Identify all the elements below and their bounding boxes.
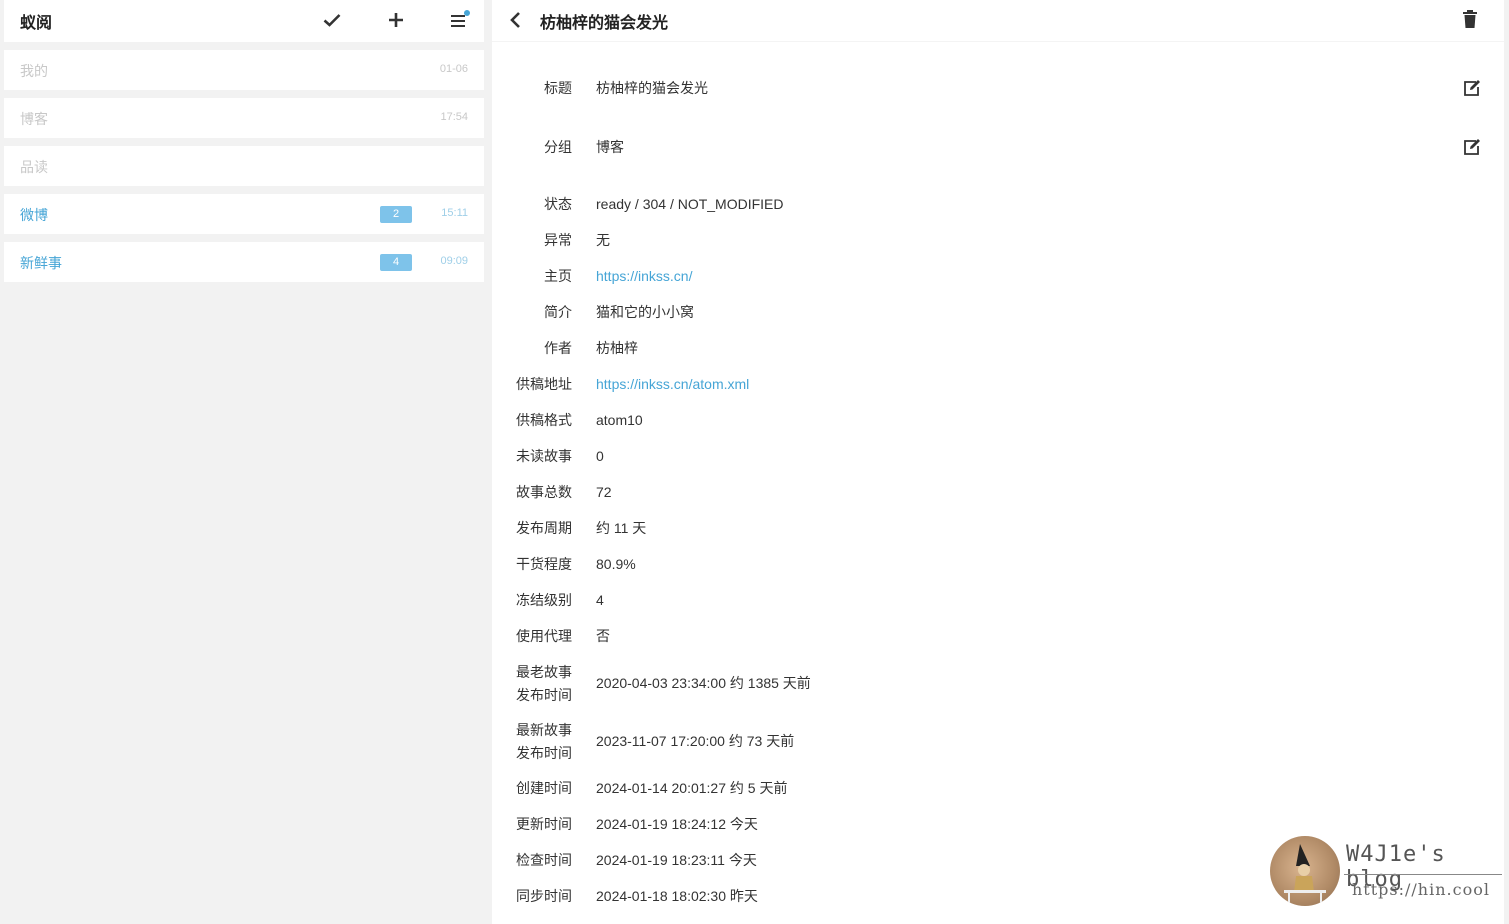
sidebar: 蚁阅 我的 01-06 博客 17:54 品读 微博 2 15:11 新鲜事 4… (0, 0, 488, 924)
field-value: 2023-11-07 17:20:00 约 73 天前 (596, 733, 795, 749)
field-label: 干货程度 (516, 556, 572, 572)
field-value: 博客 (596, 139, 624, 155)
group-name: 我的 (20, 63, 48, 79)
field-value: atom10 (596, 412, 643, 428)
plus-icon[interactable] (384, 9, 408, 31)
menu-icon[interactable] (448, 9, 472, 31)
field-value: 2024-01-19 18:24:12 今天 (596, 816, 758, 832)
field-value: 2020-04-03 23:34:00 约 1385 天前 (596, 675, 811, 691)
blog-watermark: W4J1e's blog https://hin.cool (1270, 836, 1506, 908)
field-label: 简介 (544, 304, 572, 320)
unread-badge: 2 (380, 206, 412, 223)
field-label: 发布时间 (516, 745, 572, 761)
field-value: 2024-01-19 18:23:11 今天 (596, 852, 757, 868)
field-value: ready / 304 / NOT_MODIFIED (596, 196, 784, 212)
field-label: 检查时间 (516, 852, 572, 868)
group-name: 博客 (20, 111, 48, 127)
field-value: 0 (596, 448, 604, 464)
sidebar-item-wode[interactable]: 我的 01-06 (4, 50, 484, 90)
watermark-avatar (1270, 836, 1340, 906)
group-name: 新鲜事 (20, 255, 62, 271)
field-label: 作者 (544, 340, 572, 356)
group-name: 品读 (20, 159, 48, 175)
field-label: 最新故事 (516, 722, 572, 738)
field-value: 72 (596, 484, 612, 500)
field-label: 供稿地址 (516, 376, 572, 392)
sidebar-header: 蚁阅 (4, 0, 484, 42)
sidebar-item-weibo[interactable]: 微博 2 15:11 (4, 194, 484, 234)
homepage-link[interactable]: https://inkss.cn/ (596, 265, 692, 288)
field-value: 无 (596, 232, 610, 248)
field-label: 分组 (544, 139, 572, 155)
field-label: 使用代理 (516, 628, 572, 644)
field-label: 供稿格式 (516, 412, 572, 428)
sidebar-item-boke[interactable]: 博客 17:54 (4, 98, 484, 138)
field-value: 4 (596, 592, 604, 608)
field-value: 80.9% (596, 556, 636, 572)
field-label: 冻结级别 (516, 592, 572, 608)
field-label: 更新时间 (516, 816, 572, 832)
field-value: 枋柚梓的猫会发光 (596, 80, 708, 96)
edit-icon[interactable] (1462, 137, 1482, 157)
detail-header: 枋柚梓的猫会发光 (492, 0, 1504, 42)
watermark-divider (1344, 874, 1502, 875)
field-label: 同步时间 (516, 888, 572, 904)
watermark-url: https://hin.cool (1352, 880, 1490, 899)
edit-icon[interactable] (1462, 78, 1482, 98)
field-label: 发布时间 (516, 687, 572, 703)
field-value: 否 (596, 628, 610, 644)
page-title: 枋柚梓的猫会发光 (540, 15, 669, 32)
sidebar-item-xinxianshi[interactable]: 新鲜事 4 09:09 (4, 242, 484, 282)
group-time: 15:11 (441, 207, 468, 219)
field-value: 2024-01-18 18:02:30 昨天 (596, 888, 758, 904)
field-label: 故事总数 (516, 484, 572, 500)
field-label: 异常 (544, 232, 572, 248)
field-value: 枋柚梓 (596, 340, 638, 356)
app-title: 蚁阅 (20, 15, 53, 32)
group-time: 01-06 (439, 63, 468, 75)
unread-badge: 4 (380, 254, 412, 271)
group-name: 微博 (20, 207, 48, 223)
group-time: 09:09 (440, 255, 468, 267)
field-label: 发布周期 (516, 520, 572, 536)
field-value: 猫和它的小小窝 (596, 304, 694, 320)
back-icon[interactable] (506, 10, 526, 30)
field-label: 最老故事 (516, 664, 572, 680)
field-value: 2024-01-14 20:01:27 约 5 天前 (596, 780, 788, 796)
field-label: 状态 (544, 196, 572, 212)
group-time: 17:54 (440, 111, 468, 123)
feed-url-link[interactable]: https://inkss.cn/atom.xml (596, 373, 749, 396)
feed-detail-panel: 枋柚梓的猫会发光 标题 枋柚梓的猫会发光 分组 博客 状态 ready / 30… (492, 0, 1504, 924)
trash-icon[interactable] (1462, 10, 1480, 30)
field-label: 标题 (544, 80, 572, 96)
sidebar-item-pindu[interactable]: 品读 (4, 146, 484, 186)
check-icon[interactable] (320, 9, 344, 31)
field-label: 主页 (544, 268, 572, 284)
field-label: 未读故事 (516, 448, 572, 464)
field-value: 约 11 天 (596, 520, 647, 536)
field-label: 创建时间 (516, 780, 572, 796)
